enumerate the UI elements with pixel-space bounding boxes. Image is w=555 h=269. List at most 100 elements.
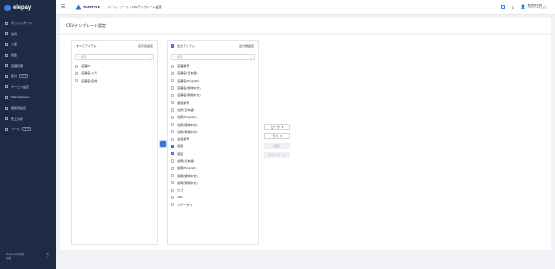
- item-checkbox[interactable]: [171, 159, 175, 163]
- item-checkbox[interactable]: [75, 79, 79, 83]
- list-item-label: 住所(English): [177, 115, 197, 120]
- all-items-search[interactable]: ⌕ 検索 ⌕: [75, 54, 154, 60]
- sidebar-item[interactable]: 売上分析: [0, 113, 56, 124]
- item-checkbox[interactable]: [171, 93, 175, 97]
- list-item[interactable]: 住所(日本語): [168, 106, 258, 113]
- menu-toggle-icon[interactable]: ☰: [61, 4, 65, 10]
- select-all-checkbox[interactable]: ✓: [171, 44, 175, 48]
- item-checkbox[interactable]: ✓: [171, 144, 175, 148]
- output-items-search-placeholder: 検索: [176, 55, 183, 59]
- item-checkbox[interactable]: [171, 130, 175, 134]
- sidebar-item[interactable]: ダッシュボード: [0, 18, 56, 29]
- sidebar-nav: ダッシュボード 決済 入金 › 返金 店舗管理 › 集計 BETA サービス設定 › Marketpl…: [0, 18, 56, 135]
- list-item[interactable]: 住所(English): [168, 114, 258, 121]
- grid-icon: [5, 95, 8, 99]
- list-item-label: 店舗名(簡体中文): [177, 86, 201, 91]
- item-checkbox[interactable]: [171, 101, 175, 105]
- chevron-right-icon: ›: [51, 85, 52, 89]
- help-icon[interactable]: ?: [500, 4, 505, 9]
- item-checkbox[interactable]: ✓: [171, 152, 175, 156]
- item-checkbox[interactable]: [171, 195, 175, 200]
- breadcrumb-home[interactable]: ホーム: [108, 5, 117, 9]
- item-checkbox[interactable]: [171, 64, 175, 68]
- list-item[interactable]: 説明(English): [168, 165, 258, 172]
- list-item[interactable]: 店舗名/メモ: [72, 70, 157, 77]
- item-checkbox[interactable]: [171, 122, 175, 127]
- item-checkbox[interactable]: [171, 137, 175, 141]
- list-item[interactable]: 説明(日本語): [168, 157, 258, 164]
- sidebar-item-label: 開発者設定: [11, 106, 27, 111]
- list-item[interactable]: 住所(簡体中文): [168, 121, 258, 128]
- list-item[interactable]: 店舗番号: [168, 63, 258, 70]
- sidebar-item[interactable]: 店舗管理 ›: [0, 60, 56, 71]
- list-item[interactable]: 郵便番号: [168, 99, 258, 106]
- list-item[interactable]: 電話番号: [168, 135, 258, 142]
- item-checkbox[interactable]: [171, 174, 175, 178]
- item-checkbox[interactable]: [171, 108, 175, 112]
- company-logo-icon: [75, 4, 82, 10]
- chevron-down-icon: ▾: [281, 125, 284, 129]
- display-name-settings-link[interactable]: 表示名設定: [138, 44, 153, 48]
- item-checkbox[interactable]: [75, 64, 79, 68]
- download-button[interactable]: ダウンロード: [264, 152, 290, 158]
- list-item[interactable]: 説明(簡体中文): [168, 172, 258, 179]
- breadcrumb-tools[interactable]: ツール: [120, 5, 129, 9]
- sidebar-item[interactable]: Marketplace: [0, 92, 56, 103]
- list-item[interactable]: 説明(繁體中文): [168, 179, 258, 186]
- item-checkbox[interactable]: [171, 181, 175, 185]
- collapse-icon[interactable]: «: [46, 256, 49, 260]
- list-item[interactable]: URL: [168, 194, 258, 201]
- output-items-search[interactable]: ⌕ 検索 ⌕: [171, 54, 255, 60]
- list-item[interactable]: 店舗名(簡体中文): [168, 84, 258, 91]
- item-checkbox[interactable]: [171, 188, 175, 192]
- brand[interactable]: elepay: [0, 0, 56, 15]
- chevron-down-icon: ▾: [280, 134, 282, 138]
- item-checkbox[interactable]: [75, 71, 79, 76]
- user-menu[interactable]: 👤 ELESTYLE ELESTYLE株式会社: [521, 3, 547, 10]
- list-item[interactable]: ステータス: [168, 201, 258, 208]
- list-item[interactable]: 店舗名(日本語): [168, 70, 258, 77]
- yen-icon: [5, 42, 8, 46]
- refund-icon: [5, 53, 8, 57]
- sidebar-item[interactable]: 開発者設定 ›: [0, 103, 56, 114]
- all-items-panel: すべてアイテム 表示名設定 ⌕ 検索 ⌕ 店舗ID 店舗名/メモ 店舗名/名前: [71, 40, 158, 245]
- output-items-list: 店舗番号 店舗名(日本語) 店舗名(English) 店舗名(簡体中文) 店舗名(繁體中…: [168, 63, 258, 209]
- list-item[interactable]: 店舗名(English): [168, 77, 258, 84]
- search-submit-icon[interactable]: ⌕: [149, 56, 151, 60]
- sidebar-item-label: サービス設定: [11, 84, 30, 89]
- list-item-label: ロゴ: [177, 188, 184, 193]
- item-checkbox[interactable]: [171, 86, 175, 90]
- search-submit-icon[interactable]: ⌕: [250, 56, 252, 60]
- output-order-settings-link[interactable]: 出力順設定: [239, 44, 254, 48]
- list-item[interactable]: 住所(繁體中文): [168, 128, 258, 135]
- list-item[interactable]: 店舗ID: [72, 63, 157, 70]
- sidebar-item[interactable]: 返金: [0, 50, 56, 61]
- header-type-select[interactable]: ラベ ▾: [264, 133, 290, 139]
- item-checkbox[interactable]: [171, 115, 175, 119]
- output-items-title: 出力アイテム: [177, 44, 195, 48]
- sidebar-item[interactable]: ツール BETA: [0, 124, 56, 135]
- list-item[interactable]: ✓ 緯度: [168, 143, 258, 150]
- list-item[interactable]: ロゴ: [168, 187, 258, 194]
- list-item[interactable]: 店舗名/名前: [72, 77, 157, 84]
- sidebar-item-label: 集計: [11, 74, 18, 79]
- list-item[interactable]: ✓ 経度: [168, 150, 258, 157]
- arrow-right-icon: ›: [162, 142, 164, 146]
- item-checkbox[interactable]: [171, 166, 175, 170]
- encoding-select[interactable]: ローカ ▾: [264, 124, 290, 130]
- item-checkbox[interactable]: [171, 79, 175, 83]
- sidebar-item-label: 決済: [11, 31, 18, 36]
- save-button[interactable]: 保存: [264, 143, 290, 149]
- sidebar-item[interactable]: 集計 BETA: [0, 71, 56, 82]
- beta-badge: BETA: [22, 127, 32, 132]
- item-checkbox[interactable]: [171, 71, 175, 76]
- sidebar-item[interactable]: 入金 ›: [0, 39, 56, 50]
- code-icon: [5, 106, 8, 110]
- list-item-label: 店舗名/メモ: [81, 71, 98, 76]
- sidebar-item[interactable]: サービス設定 ›: [0, 82, 56, 93]
- list-item[interactable]: 店舗名(繁體中文): [168, 92, 258, 99]
- download-icon[interactable]: ⤓: [512, 4, 514, 9]
- item-checkbox[interactable]: [171, 203, 175, 207]
- move-to-output-button[interactable]: ›: [159, 140, 167, 148]
- sidebar-item[interactable]: 決済: [0, 29, 56, 40]
